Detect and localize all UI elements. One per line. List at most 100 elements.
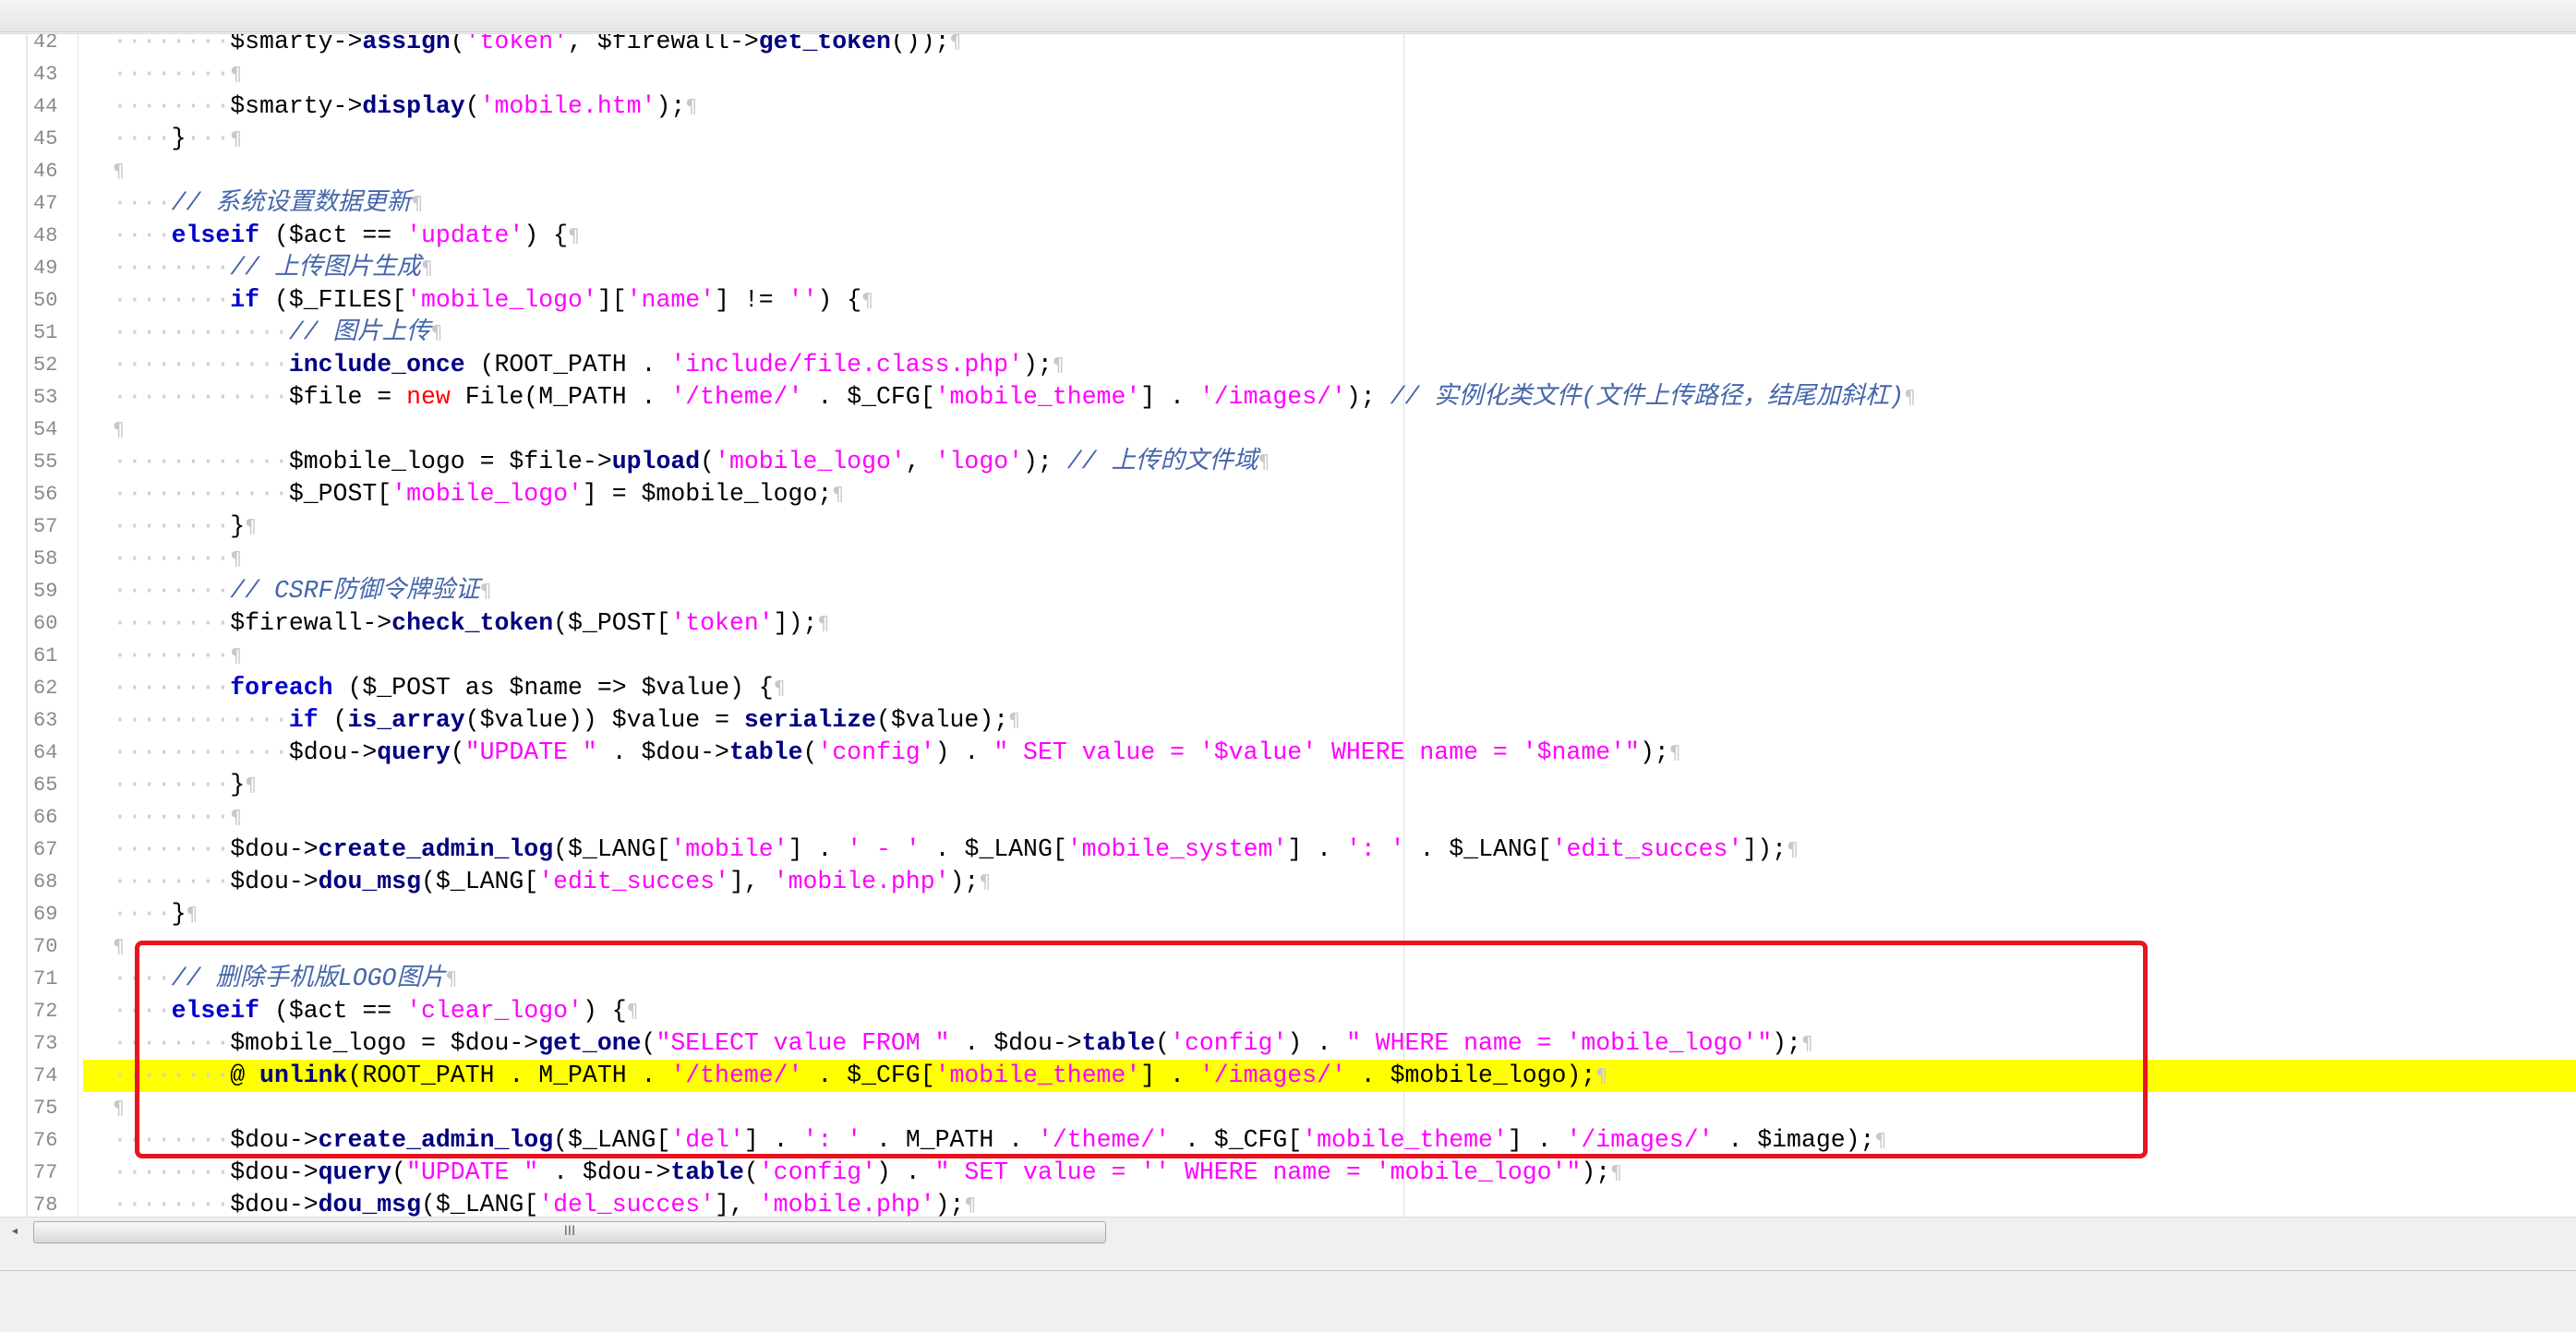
code-token: 'mobile_theme' [934, 383, 1141, 411]
code-line[interactable]: ········¶ [113, 58, 242, 90]
code-editor[interactable]: 42 43 44 45 46 47 48 49 50 51 52 53 54 55 56 57 58 59 60 61… [0, 33, 2576, 1219]
code-token: ( [259, 222, 289, 249]
code-token: ········ [113, 803, 231, 831]
code-line[interactable]: ············$_POST['mobile_logo'] = $mob… [113, 478, 844, 510]
code-token: ············ [113, 738, 289, 766]
code-token: 'edit_succes' [538, 868, 729, 895]
code-line[interactable]: ¶ [113, 155, 125, 187]
code-line[interactable]: ········$firewall->check_token($_POST['t… [113, 607, 829, 640]
code-token: if [288, 706, 319, 734]
code-token: $_LANG [1449, 835, 1537, 863]
code-line[interactable]: ····}···¶ [113, 123, 242, 155]
code-token: "UPDATE " [464, 738, 597, 766]
horizontal-scrollbar[interactable]: ◂ III [0, 1217, 2576, 1245]
code-line[interactable]: ········// 上传图片生成¶ [113, 252, 433, 284]
line-number: 56 [33, 483, 58, 506]
code-line[interactable]: ····}¶ [113, 898, 198, 930]
code-line[interactable]: ············$mobile_logo = $file->upload… [113, 446, 1270, 478]
code-token: '' [788, 286, 818, 314]
code-token: // 系统设置数据更新 [171, 189, 412, 217]
pilcrow-mark: ¶ [1787, 838, 1799, 860]
code-token: $smarty-> [230, 92, 363, 120]
code-token: ············ [113, 448, 289, 475]
code-token: dou_msg [318, 1191, 421, 1218]
code-token: ( [464, 92, 480, 120]
scrollbar-thumb[interactable]: III [33, 1221, 1106, 1243]
scrollbar-track[interactable]: III [28, 1221, 2576, 1243]
pilcrow-mark: ¶ [230, 63, 242, 85]
code-line[interactable]: ········$dou->create_admin_log($_LANG['m… [113, 834, 1799, 866]
line-number: 76 [33, 1129, 58, 1152]
code-line[interactable]: ········if ($_FILES['mobile_logo']['name… [113, 284, 873, 317]
code-token: ); [1639, 738, 1669, 766]
code-line[interactable]: ····// 系统设置数据更新¶ [113, 187, 423, 220]
code-line[interactable]: ········$dou->query("UPDATE " . $dou->ta… [113, 1157, 1622, 1189]
code-line[interactable]: ········}¶ [113, 769, 257, 801]
code-line[interactable]: ············include_once (ROOT_PATH . 'i… [113, 349, 1065, 381]
annotation-red-box [135, 941, 2148, 1158]
code-token: ( [553, 835, 569, 863]
code-token: 'mobile.php' [758, 1191, 935, 1218]
code-line[interactable]: ········foreach ($_POST as $name => $val… [113, 672, 785, 704]
code-token: ) { [817, 286, 862, 314]
code-token: // 实例化类文件(文件上传路径，结尾加斜杠) [1390, 383, 1905, 411]
code-line[interactable]: ············if (is_array($value)) $value… [113, 704, 1020, 737]
line-number: 45 [33, 127, 58, 150]
pilcrow-mark: ¶ [1258, 450, 1270, 473]
code-token: get_token [758, 33, 891, 55]
code-line[interactable]: ········$dou->dou_msg($_LANG['edit_succe… [113, 866, 991, 898]
code-token: = [362, 383, 407, 411]
line-number: 75 [33, 1097, 58, 1120]
code-token: foreach [230, 674, 333, 702]
line-number: 78 [33, 1194, 58, 1217]
window-top-bar [0, 0, 2576, 32]
code-token: serialize [743, 706, 877, 734]
code-token: ] . [1287, 835, 1346, 863]
code-token: , [905, 448, 935, 475]
code-token: ············ [113, 706, 289, 734]
code-token: ············ [113, 480, 289, 508]
code-token: 'update' [406, 222, 524, 249]
code-line[interactable]: ············$file = new File(M_PATH . '/… [113, 381, 1916, 414]
code-token: } [230, 771, 246, 798]
code-token: . [596, 738, 642, 766]
code-token: $_LANG [964, 835, 1053, 863]
pilcrow-mark: ¶ [949, 33, 962, 53]
code-line[interactable]: ········}¶ [113, 510, 257, 543]
code-line[interactable]: ········¶ [113, 640, 242, 672]
code-token: ( [420, 1191, 436, 1218]
code-token: $file-> [509, 448, 612, 475]
code-line[interactable]: ········¶ [113, 543, 242, 575]
code-line[interactable]: ········// CSRF防御令牌验证¶ [113, 575, 491, 607]
line-number: 74 [33, 1064, 58, 1087]
code-line[interactable]: ············// 图片上传¶ [113, 317, 442, 349]
code-token: 'include/file.class.php' [670, 351, 1023, 378]
pilcrow-mark: ¶ [1008, 709, 1020, 731]
pilcrow-mark: ¶ [832, 483, 845, 505]
code-token: $dou-> [230, 835, 319, 863]
code-line[interactable]: ····elseif ($act == 'update') {¶ [113, 220, 580, 252]
code-line[interactable]: ········¶ [113, 801, 242, 834]
code-token: 'config' [758, 1158, 876, 1186]
pilcrow-mark: ¶ [230, 806, 242, 828]
code-line[interactable]: ············$dou->query("UPDATE " . $dou… [113, 737, 1681, 769]
pilcrow-mark: ¶ [420, 257, 433, 279]
code-token: ); [1023, 351, 1053, 378]
pilcrow-mark: ¶ [1668, 741, 1681, 763]
code-token: ]); [1742, 835, 1788, 863]
code-token: ···· [113, 222, 172, 249]
code-token: ···· [113, 189, 172, 217]
code-line[interactable]: ¶ [113, 1092, 125, 1124]
code-line[interactable]: ········$smarty->assign('token', $firewa… [113, 33, 962, 58]
code-line[interactable]: ········$smarty->display('mobile.htm');¶ [113, 90, 697, 123]
code-line[interactable]: ¶ [113, 930, 125, 963]
status-bar [0, 1270, 2576, 1332]
code-token: is_array [347, 706, 465, 734]
pilcrow-mark: ¶ [113, 1097, 125, 1119]
code-token: . [538, 1158, 583, 1186]
code-line[interactable]: ¶ [113, 414, 125, 446]
code-token: 'config' [817, 738, 935, 766]
code-line[interactable]: ········$dou->dou_msg($_LANG['del_succes… [113, 1189, 976, 1219]
code-token: [ [524, 868, 539, 895]
scroll-left-arrow-icon[interactable]: ◂ [6, 1221, 24, 1242]
